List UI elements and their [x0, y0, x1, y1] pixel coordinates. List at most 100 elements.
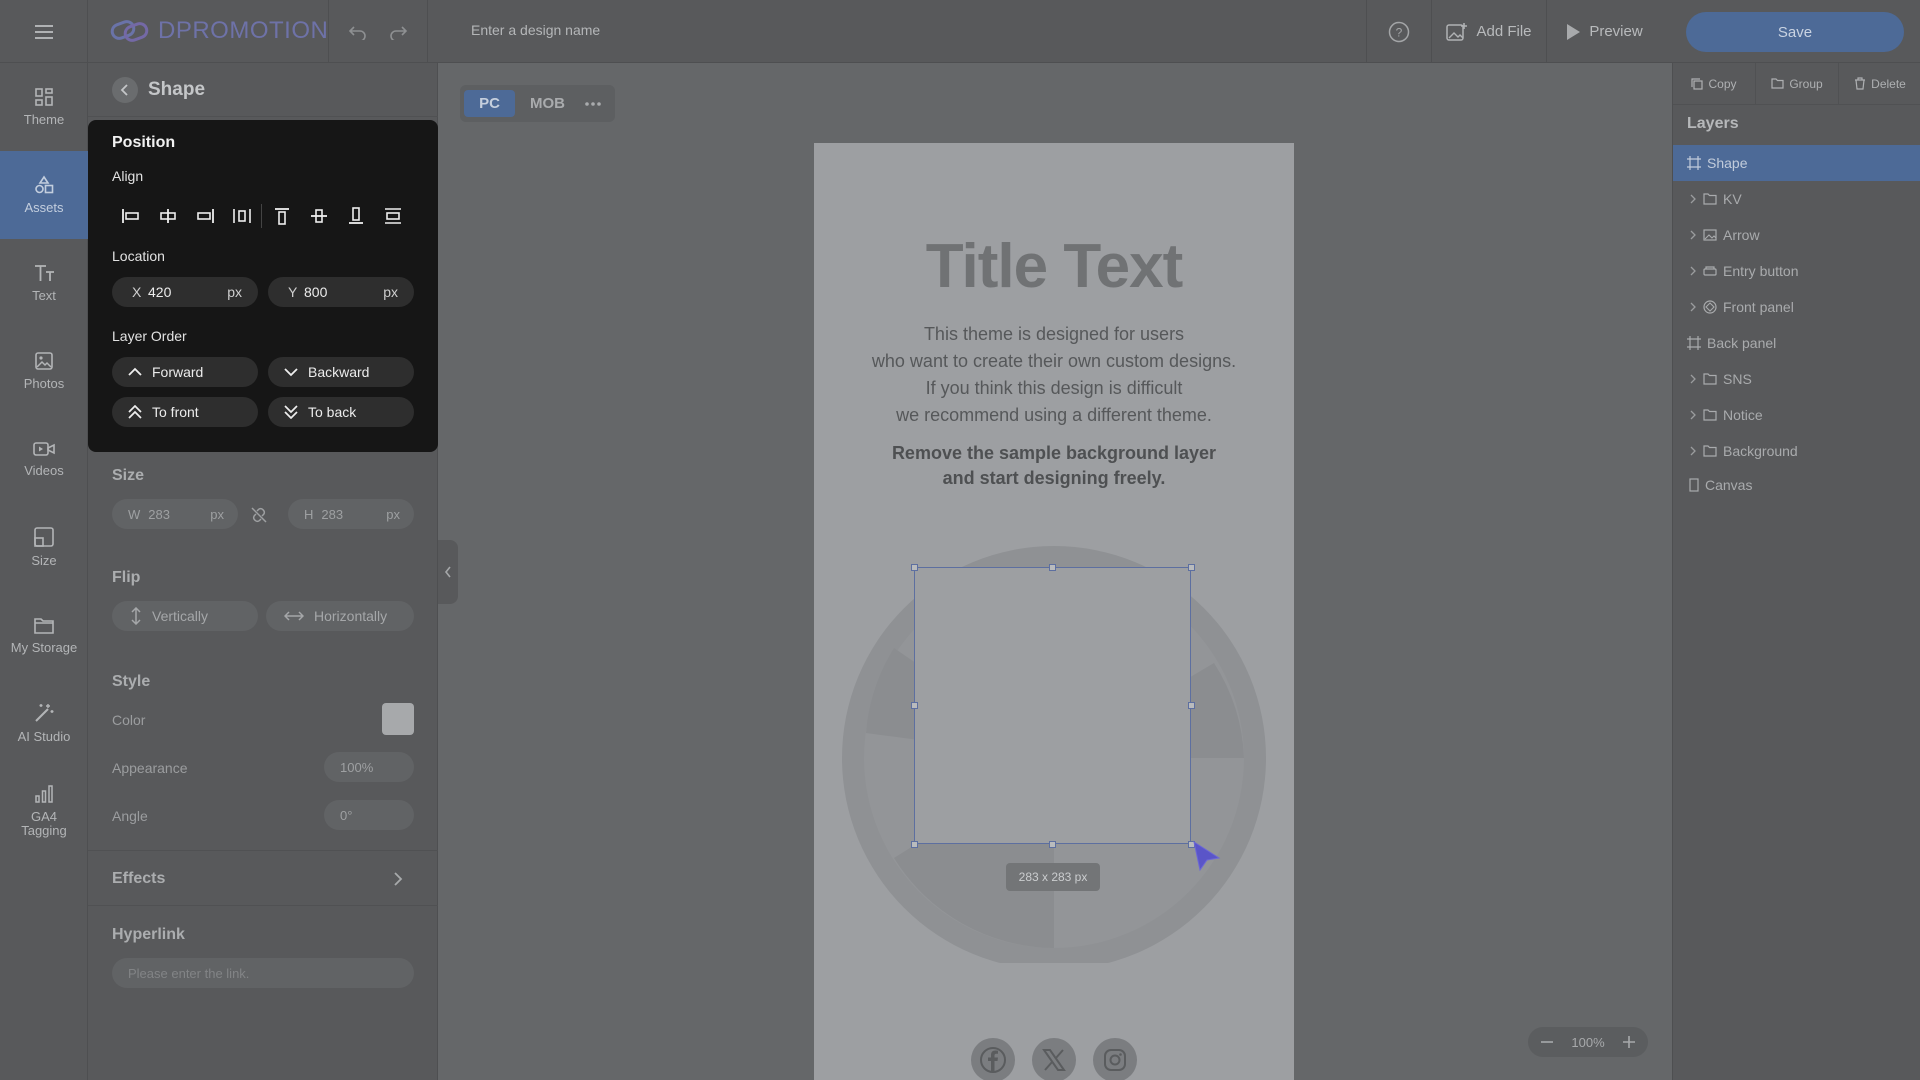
rail-item-theme[interactable]: Theme	[0, 63, 88, 151]
add-file-button[interactable]: Add File	[1431, 0, 1546, 63]
backward-button[interactable]: Backward	[268, 357, 414, 387]
instagram-link[interactable]	[1093, 1038, 1137, 1080]
width-field[interactable]: W 283 px	[112, 499, 238, 529]
canvas-body-text[interactable]: This theme is designed for users who wan…	[814, 321, 1294, 429]
align-center-h-button[interactable]	[149, 200, 186, 232]
zoom-out-icon[interactable]	[1540, 1035, 1554, 1049]
rail-item-assets[interactable]: Assets	[0, 151, 88, 239]
more-options-button[interactable]	[580, 90, 606, 117]
group-button[interactable]: Group	[1756, 63, 1839, 104]
copy-button[interactable]: Copy	[1673, 63, 1756, 104]
layers-title: Layers	[1687, 115, 1739, 132]
design-name-input[interactable]: Enter a design name	[471, 22, 600, 38]
canvas-title-text[interactable]: Title Text	[814, 231, 1294, 302]
effects-row[interactable]: Effects	[88, 851, 438, 905]
appearance-label: Appearance	[112, 760, 188, 776]
color-swatch[interactable]	[382, 703, 414, 735]
height-field[interactable]: H 283 px	[288, 499, 414, 529]
layer-arrow[interactable]: Arrow	[1673, 217, 1920, 253]
layer-kv[interactable]: KV	[1673, 181, 1920, 217]
unlink-ratio-button[interactable]	[250, 506, 268, 524]
resize-handle[interactable]	[911, 702, 918, 709]
facebook-link[interactable]	[971, 1038, 1015, 1080]
selected-shape[interactable]	[914, 567, 1191, 844]
zoom-in-icon[interactable]	[1622, 1035, 1636, 1049]
help-button[interactable]: ?	[1366, 0, 1431, 63]
delete-button[interactable]: Delete	[1839, 63, 1920, 104]
left-rail: Theme Assets Text Photos Videos Size My …	[0, 63, 88, 1080]
layer-entry-button[interactable]: Entry button	[1673, 253, 1920, 289]
align-right-button[interactable]	[186, 200, 223, 232]
resize-handle[interactable]	[1049, 841, 1056, 848]
save-button[interactable]: Save	[1686, 12, 1904, 52]
forward-button[interactable]: Forward	[112, 357, 258, 387]
layer-sns[interactable]: SNS	[1673, 361, 1920, 397]
trash-icon	[1855, 77, 1866, 90]
rail-item-text[interactable]: Text	[0, 239, 88, 327]
layer-shape[interactable]: Shape	[1673, 145, 1920, 181]
resize-handle[interactable]	[911, 841, 918, 848]
resize-handle[interactable]	[1188, 564, 1195, 571]
rail-item-ga4-tagging[interactable]: GA4 Tagging	[0, 767, 88, 855]
tab-mob[interactable]: MOB	[521, 90, 574, 117]
rail-item-ai-studio[interactable]: AI Studio	[0, 679, 88, 767]
layer-label: Shape	[1707, 155, 1748, 171]
align-buttons	[112, 200, 418, 232]
menu-button[interactable]	[0, 0, 88, 63]
x-field[interactable]: X 420 px	[112, 277, 258, 307]
resize-handle[interactable]	[911, 564, 918, 571]
y-field[interactable]: Y 800 px	[268, 277, 414, 307]
to-back-label: To back	[308, 404, 357, 420]
redo-icon[interactable]	[388, 24, 408, 40]
design-canvas[interactable]: Title Text This theme is designed for us…	[814, 143, 1294, 1080]
rail-item-videos[interactable]: Videos	[0, 415, 88, 503]
layer-canvas[interactable]: Canvas	[1673, 467, 1920, 503]
align-top-button[interactable]	[263, 200, 300, 232]
hyperlink-input[interactable]: Please enter the link.	[112, 958, 414, 988]
rail-item-size[interactable]: Size	[0, 503, 88, 591]
appearance-field[interactable]: 100%	[324, 752, 414, 782]
rail-label-ga4-tagging: GA4 Tagging	[21, 809, 67, 838]
photos-icon	[35, 352, 53, 370]
chevron-right-icon	[1690, 410, 1696, 420]
brand-logo[interactable]: DPROMOTION	[110, 17, 328, 45]
layer-notice[interactable]: Notice	[1673, 397, 1920, 433]
folder-icon	[1703, 193, 1717, 205]
distribute-v-button[interactable]	[374, 200, 411, 232]
distribute-h-button[interactable]	[223, 200, 260, 232]
folder-icon	[1771, 78, 1784, 89]
canvas-bold-text[interactable]: Remove the sample background layer and s…	[814, 441, 1294, 491]
x-key: X	[132, 284, 142, 300]
to-back-button[interactable]: To back	[268, 397, 414, 427]
preview-button[interactable]: Preview	[1546, 0, 1661, 63]
back-button[interactable]	[112, 76, 138, 103]
rail-item-photos[interactable]: Photos	[0, 327, 88, 415]
tab-pc[interactable]: PC	[464, 90, 515, 117]
collapse-panel-button[interactable]	[438, 540, 458, 604]
x-link[interactable]	[1032, 1038, 1076, 1080]
layer-label: SNS	[1723, 371, 1752, 387]
layer-label: KV	[1723, 191, 1742, 207]
angle-field[interactable]: 0°	[324, 800, 414, 830]
align-left-button[interactable]	[112, 200, 149, 232]
resize-handle[interactable]	[1188, 702, 1195, 709]
to-front-button[interactable]: To front	[112, 397, 258, 427]
magic-wand-icon	[35, 704, 54, 722]
layer-front-panel[interactable]: Front panel	[1673, 289, 1920, 325]
width-value: 283	[148, 506, 170, 522]
layer-background[interactable]: Background	[1673, 433, 1920, 469]
delete-label: Delete	[1871, 76, 1906, 91]
copy-icon	[1691, 77, 1704, 90]
resize-handle[interactable]	[1049, 564, 1056, 571]
rail-item-my-storage[interactable]: My Storage	[0, 591, 88, 679]
flip-horizontal-button[interactable]: Horizontally	[266, 601, 414, 631]
undo-icon[interactable]	[348, 24, 368, 40]
layer-back-panel[interactable]: Back panel	[1673, 325, 1920, 361]
align-bottom-button[interactable]	[337, 200, 374, 232]
align-middle-button[interactable]	[300, 200, 337, 232]
frame-icon	[1687, 156, 1701, 170]
image-icon	[1703, 229, 1717, 241]
cursor-arrow-icon	[1193, 840, 1221, 872]
flip-horizontal-label: Horizontally	[314, 608, 388, 624]
flip-vertical-button[interactable]: Vertically	[112, 601, 258, 631]
